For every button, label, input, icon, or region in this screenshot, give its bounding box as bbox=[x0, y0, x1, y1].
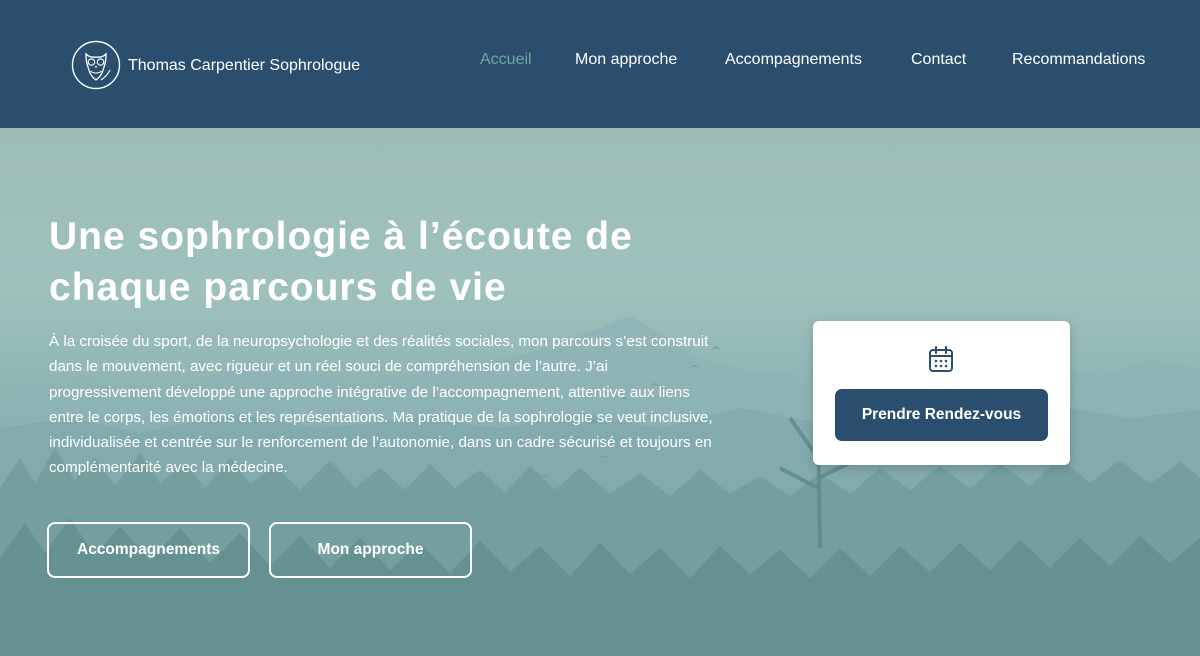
nav-item-recommandations[interactable]: Recommandations bbox=[1012, 51, 1145, 69]
hero-title-line2: chaque parcours de vie bbox=[49, 266, 507, 309]
nav-item-accompagnements[interactable]: Accompagnements bbox=[725, 51, 862, 69]
appointment-card: Prendre Rendez-vous bbox=[813, 321, 1070, 465]
hero-title-line1: Une sophrologie à l’écoute de bbox=[49, 215, 633, 258]
nav-item-mon-approche[interactable]: Mon approche bbox=[575, 51, 677, 69]
accompagnements-button[interactable]: Accompagnements bbox=[47, 522, 250, 578]
site-header: Thomas Carpentier Sophrologue Accueil Mo… bbox=[0, 0, 1200, 128]
hero-title: Une sophrologie à l’écoute de chaque par… bbox=[49, 211, 749, 313]
nav-item-contact[interactable]: Contact bbox=[911, 51, 966, 69]
calendar-icon bbox=[929, 346, 953, 372]
main-nav: Accueil Mon approche Accompagnements Con… bbox=[0, 51, 1200, 71]
hero-section: Une sophrologie à l’écoute de chaque par… bbox=[0, 128, 1200, 656]
mon-approche-button[interactable]: Mon approche bbox=[269, 522, 472, 578]
nav-item-accueil[interactable]: Accueil bbox=[480, 51, 532, 69]
prendre-rendez-vous-button[interactable]: Prendre Rendez-vous bbox=[835, 389, 1048, 441]
hero-description: À la croisée du sport, de la neuropsycho… bbox=[49, 333, 713, 477]
